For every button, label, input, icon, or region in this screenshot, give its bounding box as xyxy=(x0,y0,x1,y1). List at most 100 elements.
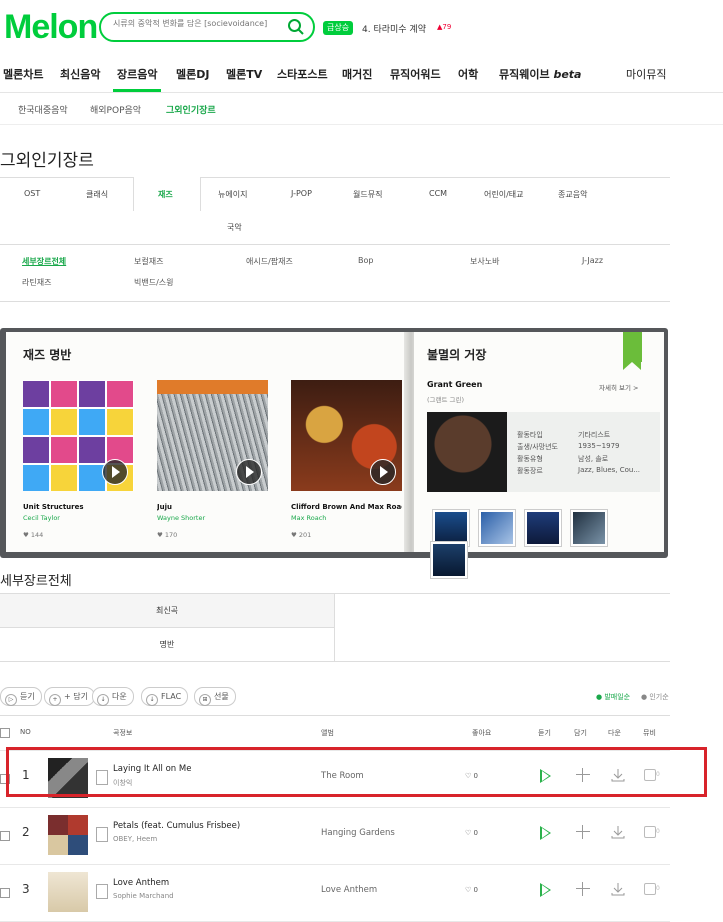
add-button[interactable]: + + 담기 xyxy=(44,687,95,706)
master-album-thumb[interactable] xyxy=(430,541,468,579)
album-art[interactable] xyxy=(48,815,88,855)
tab-ccm[interactable]: CCM xyxy=(429,189,447,198)
tab-world[interactable]: 월드뮤직 xyxy=(353,189,382,200)
like-button[interactable]: ♡ 0 xyxy=(465,886,478,894)
tab-jpop[interactable]: J-POP xyxy=(291,189,312,198)
play-icon[interactable] xyxy=(370,459,396,485)
download-icon[interactable] xyxy=(610,881,626,897)
tab-latest[interactable]: 최신곡 xyxy=(0,594,335,627)
mv-count: 0 xyxy=(656,828,660,835)
album-artist[interactable]: Cecil Taylor xyxy=(23,514,134,522)
album-artist[interactable]: Max Roach xyxy=(291,514,402,522)
nav-magazine[interactable]: 매거진 xyxy=(342,66,372,82)
song-album[interactable]: Love Anthem xyxy=(321,885,377,895)
like-button[interactable]: ♡ 0 xyxy=(465,829,478,837)
add-icon[interactable] xyxy=(576,825,590,839)
melon-logo[interactable]: Melon xyxy=(4,8,98,47)
nav-language[interactable]: 어학 xyxy=(458,66,478,82)
hot-keyword[interactable]: 4. 타라미수 계약 xyxy=(362,22,426,35)
nav-award[interactable]: 뮤직어워드 xyxy=(390,66,441,82)
tab-classic[interactable]: 클래식 xyxy=(86,189,108,200)
play-icon[interactable] xyxy=(102,459,128,485)
detail-vocal[interactable]: 보컬재즈 xyxy=(134,256,163,267)
detail-latin[interactable]: 라틴재즈 xyxy=(22,277,51,288)
sort-release[interactable]: ● 발매일순 xyxy=(596,692,630,702)
album-card[interactable]: Unit Structures Cecil Taylor ♥ 144 xyxy=(23,380,134,539)
tab-kids[interactable]: 어린이/태교 xyxy=(484,189,524,200)
tab-religion[interactable]: 종교음악 xyxy=(558,189,587,200)
album-title[interactable]: Unit Structures xyxy=(23,503,134,511)
nav-tv[interactable]: 멜론TV xyxy=(226,66,262,82)
tab-jazz[interactable]: 재즈 xyxy=(158,189,173,200)
play-icon[interactable] xyxy=(236,459,262,485)
song-title[interactable]: Love Anthem xyxy=(113,878,169,888)
add-icon: + xyxy=(49,694,61,706)
album-cover[interactable] xyxy=(23,380,134,491)
nav-musicwave[interactable]: 뮤직웨이브 beta xyxy=(499,66,581,82)
gift-button[interactable]: ⊞ 선물 xyxy=(194,687,236,706)
detail-acid[interactable]: 애시드/팝재즈 xyxy=(246,256,293,267)
table-row[interactable]: 2 Petals (feat. Cumulus Frisbee) OBEY, H… xyxy=(0,807,670,865)
nav-new[interactable]: 최신음악 xyxy=(60,66,100,82)
master-name[interactable]: Grant Green xyxy=(427,380,482,389)
highlight-box xyxy=(6,747,707,797)
album-title[interactable]: Juju xyxy=(157,503,268,511)
mv-icon[interactable] xyxy=(644,883,656,895)
song-artist[interactable]: OBEY, Heem xyxy=(113,835,157,843)
album-card[interactable]: Clifford Brown And Max Roach ... Max Roa… xyxy=(291,380,402,539)
master-photo[interactable] xyxy=(427,412,507,492)
master-album-thumb[interactable] xyxy=(478,509,516,547)
detail-bop[interactable]: Bop xyxy=(358,256,373,265)
search-box[interactable] xyxy=(99,12,315,42)
detail-jjazz[interactable]: J-Jazz xyxy=(582,256,603,265)
album-cover[interactable] xyxy=(157,380,268,491)
album-cover[interactable] xyxy=(291,380,402,491)
search-input[interactable] xyxy=(111,18,285,29)
info-value: Jazz, Blues, Cou... xyxy=(578,466,641,474)
search-icon[interactable] xyxy=(287,18,305,36)
download-button[interactable]: ↓ 다운 xyxy=(92,687,134,706)
detail-all[interactable]: 세부장르전체 xyxy=(22,256,66,267)
song-info-icon[interactable] xyxy=(96,884,108,899)
album-artist[interactable]: Wayne Shorter xyxy=(157,514,268,522)
master-album-thumb[interactable] xyxy=(524,509,562,547)
song-info-icon[interactable] xyxy=(96,827,108,842)
song-album[interactable]: Hanging Gardens xyxy=(321,828,395,838)
tab-masterpiece[interactable]: 명반 xyxy=(0,627,335,661)
tab-newage[interactable]: 뉴에이지 xyxy=(218,189,247,200)
subnav-other[interactable]: 그외인기장르 xyxy=(166,103,216,116)
nav-mymusic[interactable]: 마이뮤직 xyxy=(626,66,666,82)
detail-bossa[interactable]: 보사노바 xyxy=(470,256,499,267)
play-all-button[interactable]: ▷ 듣기 xyxy=(0,687,42,706)
download-icon[interactable] xyxy=(610,824,626,840)
flac-button[interactable]: ↓ FLAC xyxy=(141,687,189,706)
play-icon[interactable] xyxy=(540,826,551,840)
add-icon[interactable] xyxy=(576,882,590,896)
tab-ost[interactable]: OST xyxy=(24,189,40,198)
tab-gukak[interactable]: 국악 xyxy=(227,222,242,233)
mv-icon[interactable] xyxy=(644,826,656,838)
master-album-thumb[interactable] xyxy=(570,509,608,547)
book-right-title: 불멸의 거장 xyxy=(427,348,487,362)
song-artist[interactable]: Sophie Marchand xyxy=(113,892,174,900)
sort-popular[interactable]: ● 인기순 xyxy=(641,692,669,702)
nav-starpost[interactable]: 스타포스트 xyxy=(277,66,328,82)
subnav-pop[interactable]: 해외POP음악 xyxy=(90,103,141,116)
nav-dj[interactable]: 멜론DJ xyxy=(176,66,209,82)
nav-chart[interactable]: 멜론차트 xyxy=(3,66,43,82)
subnav-kpop[interactable]: 한국대중음악 xyxy=(18,103,68,116)
album-card[interactable]: Juju Wayne Shorter ♥ 170 xyxy=(157,380,268,539)
album-title[interactable]: Clifford Brown And Max Roach ... xyxy=(291,503,402,511)
nav-genre[interactable]: 장르음악 xyxy=(117,66,157,82)
more-link[interactable]: 자세히 보기 > xyxy=(599,382,638,392)
album-art[interactable] xyxy=(48,872,88,912)
select-all-checkbox[interactable] xyxy=(0,728,10,738)
row-checkbox[interactable] xyxy=(0,831,10,841)
row-checkbox[interactable] xyxy=(0,888,10,898)
detail-bigband[interactable]: 빅밴드/스윙 xyxy=(134,277,174,288)
download-icon: ↓ xyxy=(97,694,109,706)
section-title: 세부장르전체 xyxy=(0,574,72,589)
play-icon[interactable] xyxy=(540,883,551,897)
song-title[interactable]: Petals (feat. Cumulus Frisbee) xyxy=(113,821,240,831)
table-row[interactable]: 3 Love Anthem Sophie Marchand Love Anthe… xyxy=(0,864,670,922)
